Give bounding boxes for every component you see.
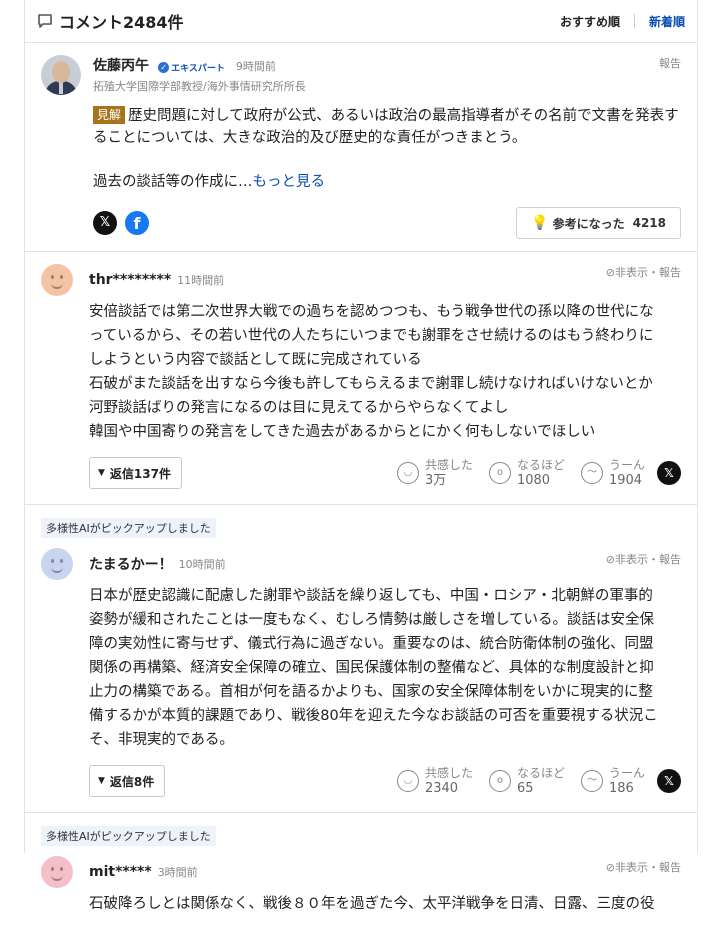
sort-options: おすすめ順 新着順 (560, 13, 685, 30)
confused-face-icon: ～ (580, 770, 603, 792)
verified-check-icon: ✓ (158, 62, 170, 73)
surprised-face-icon: o (488, 462, 511, 484)
uun-reaction[interactable]: ～うーん 186 (580, 766, 645, 796)
comment-item: 多様性AIがピックアップしました ⊘非表示・報告 たまるかー！ 10時間前 日本… (25, 505, 697, 813)
comments-header: コメント2484件 おすすめ順 新着順 (25, 0, 697, 43)
hide-report-link[interactable]: ⊘非表示・報告 (606, 859, 681, 875)
expert-comment-text: 歴史問題に対して政府が公式、あるいは政治の最高指導者がその名前で文書を発表するこ… (93, 108, 679, 146)
expert-affiliation: 拓殖大学国際学部教授/海外事情研究所所長 (93, 80, 306, 93)
expert-badge: ✓ エキスパート (158, 61, 225, 74)
lightbulb-icon: 💡 (531, 215, 549, 231)
smile-face-icon: ◡ (396, 462, 419, 484)
comment-item: 多様性AIがピックアップしました ⊘非表示・報告 mit***** 3時間前 石… (25, 813, 697, 930)
comments-panel: コメント2484件 おすすめ順 新着順 報告 佐藤丙午 ✓ エキスパート 9時間前… (24, 0, 698, 912)
helpful-button[interactable]: 💡 参考になった 4218 (516, 207, 681, 239)
report-link[interactable]: 報告 (659, 55, 681, 71)
sort-recommended-tab[interactable]: おすすめ順 (560, 13, 620, 30)
facebook-share-icon[interactable]: f (125, 211, 149, 235)
uun-reaction[interactable]: ～うーん 1904 (580, 458, 645, 488)
expert-comment-excerpt: 過去の談話等の作成に… (93, 174, 253, 190)
expert-comment-body: 見解 歴史問題に対して政府が公式、あるいは政治の最高指導者がその名前で文書を発表す… (93, 105, 681, 193)
divider (633, 14, 635, 28)
helpful-count: 4218 (632, 216, 666, 230)
avatar (41, 264, 73, 296)
expert-comment: 報告 佐藤丙午 ✓ エキスパート 9時間前 拓殖大学国際学部教授/海外事情研究所所… (25, 43, 697, 252)
hide-report-link[interactable]: ⊘非表示・報告 (606, 551, 681, 567)
replies-button[interactable]: ▼ 返信137件 (89, 457, 182, 489)
comment-username[interactable]: たまるかー！ (89, 554, 173, 574)
comment-time: 3時間前 (157, 866, 198, 879)
x-share-icon[interactable]: 𝕏 (93, 211, 117, 235)
naruhodo-reaction[interactable]: o なるほど 1080 (488, 458, 565, 488)
empathy-reaction[interactable]: ◡ 共感した 3万 (396, 458, 473, 488)
opinion-tag: 見解 (93, 106, 126, 124)
x-share-icon[interactable]: 𝕏 (657, 461, 681, 485)
comments-count-title: コメント2484件 (59, 13, 184, 32)
sort-newest-tab[interactable]: 新着順 (649, 13, 685, 30)
comment-icon (38, 14, 52, 28)
comment-body: 安倍談話では第二次世界大戦での過ちを認めつつも、もう戦争世代の孫以降の世代にな … (89, 304, 654, 440)
comment-username[interactable]: thr******** (89, 272, 171, 288)
show-more-link[interactable]: もっと見る (253, 174, 326, 190)
ai-pickup-badge: 多様性AIがピックアップしました (41, 518, 216, 538)
empathy-reaction[interactable]: ◡ 共感した 2340 (396, 766, 473, 796)
ai-pickup-badge: 多様性AIがピックアップしました (41, 826, 216, 846)
expert-avatar[interactable] (41, 55, 81, 95)
smile-face-icon: ◡ (396, 770, 419, 792)
confused-face-icon: ～ (580, 462, 603, 484)
hide-report-link[interactable]: ⊘非表示・報告 (606, 264, 681, 280)
caret-down-icon: ▼ (98, 468, 105, 478)
comment-item: ⊘非表示・報告 thr******** 11時間前 安倍談話では第二次世界大戦で… (25, 252, 697, 505)
comment-time: 10時間前 (178, 558, 226, 571)
naruhodo-reaction[interactable]: o なるほど 65 (488, 766, 565, 796)
avatar (41, 856, 73, 888)
avatar (41, 548, 73, 580)
x-share-icon[interactable]: 𝕏 (657, 769, 681, 793)
comment-username[interactable]: mit***** (89, 864, 152, 880)
comment-time: 9時間前 (235, 60, 276, 73)
replies-button[interactable]: ▼ 返信8件 (89, 765, 166, 797)
comment-body: 石破降ろしとは関係なく、戦後８０年を過ぎた今、太平洋戦争を日清、日露、三度の役 (89, 896, 655, 912)
expert-name[interactable]: 佐藤丙午 (93, 58, 149, 74)
surprised-face-icon: o (488, 770, 511, 792)
comment-time: 11時間前 (177, 274, 225, 287)
caret-down-icon: ▼ (98, 776, 105, 786)
comment-body: 日本が歴史認識に配慮した謝罪や談話を繰り返しても、中国・ロシア・北朝鮮の軍事的 … (89, 588, 658, 748)
